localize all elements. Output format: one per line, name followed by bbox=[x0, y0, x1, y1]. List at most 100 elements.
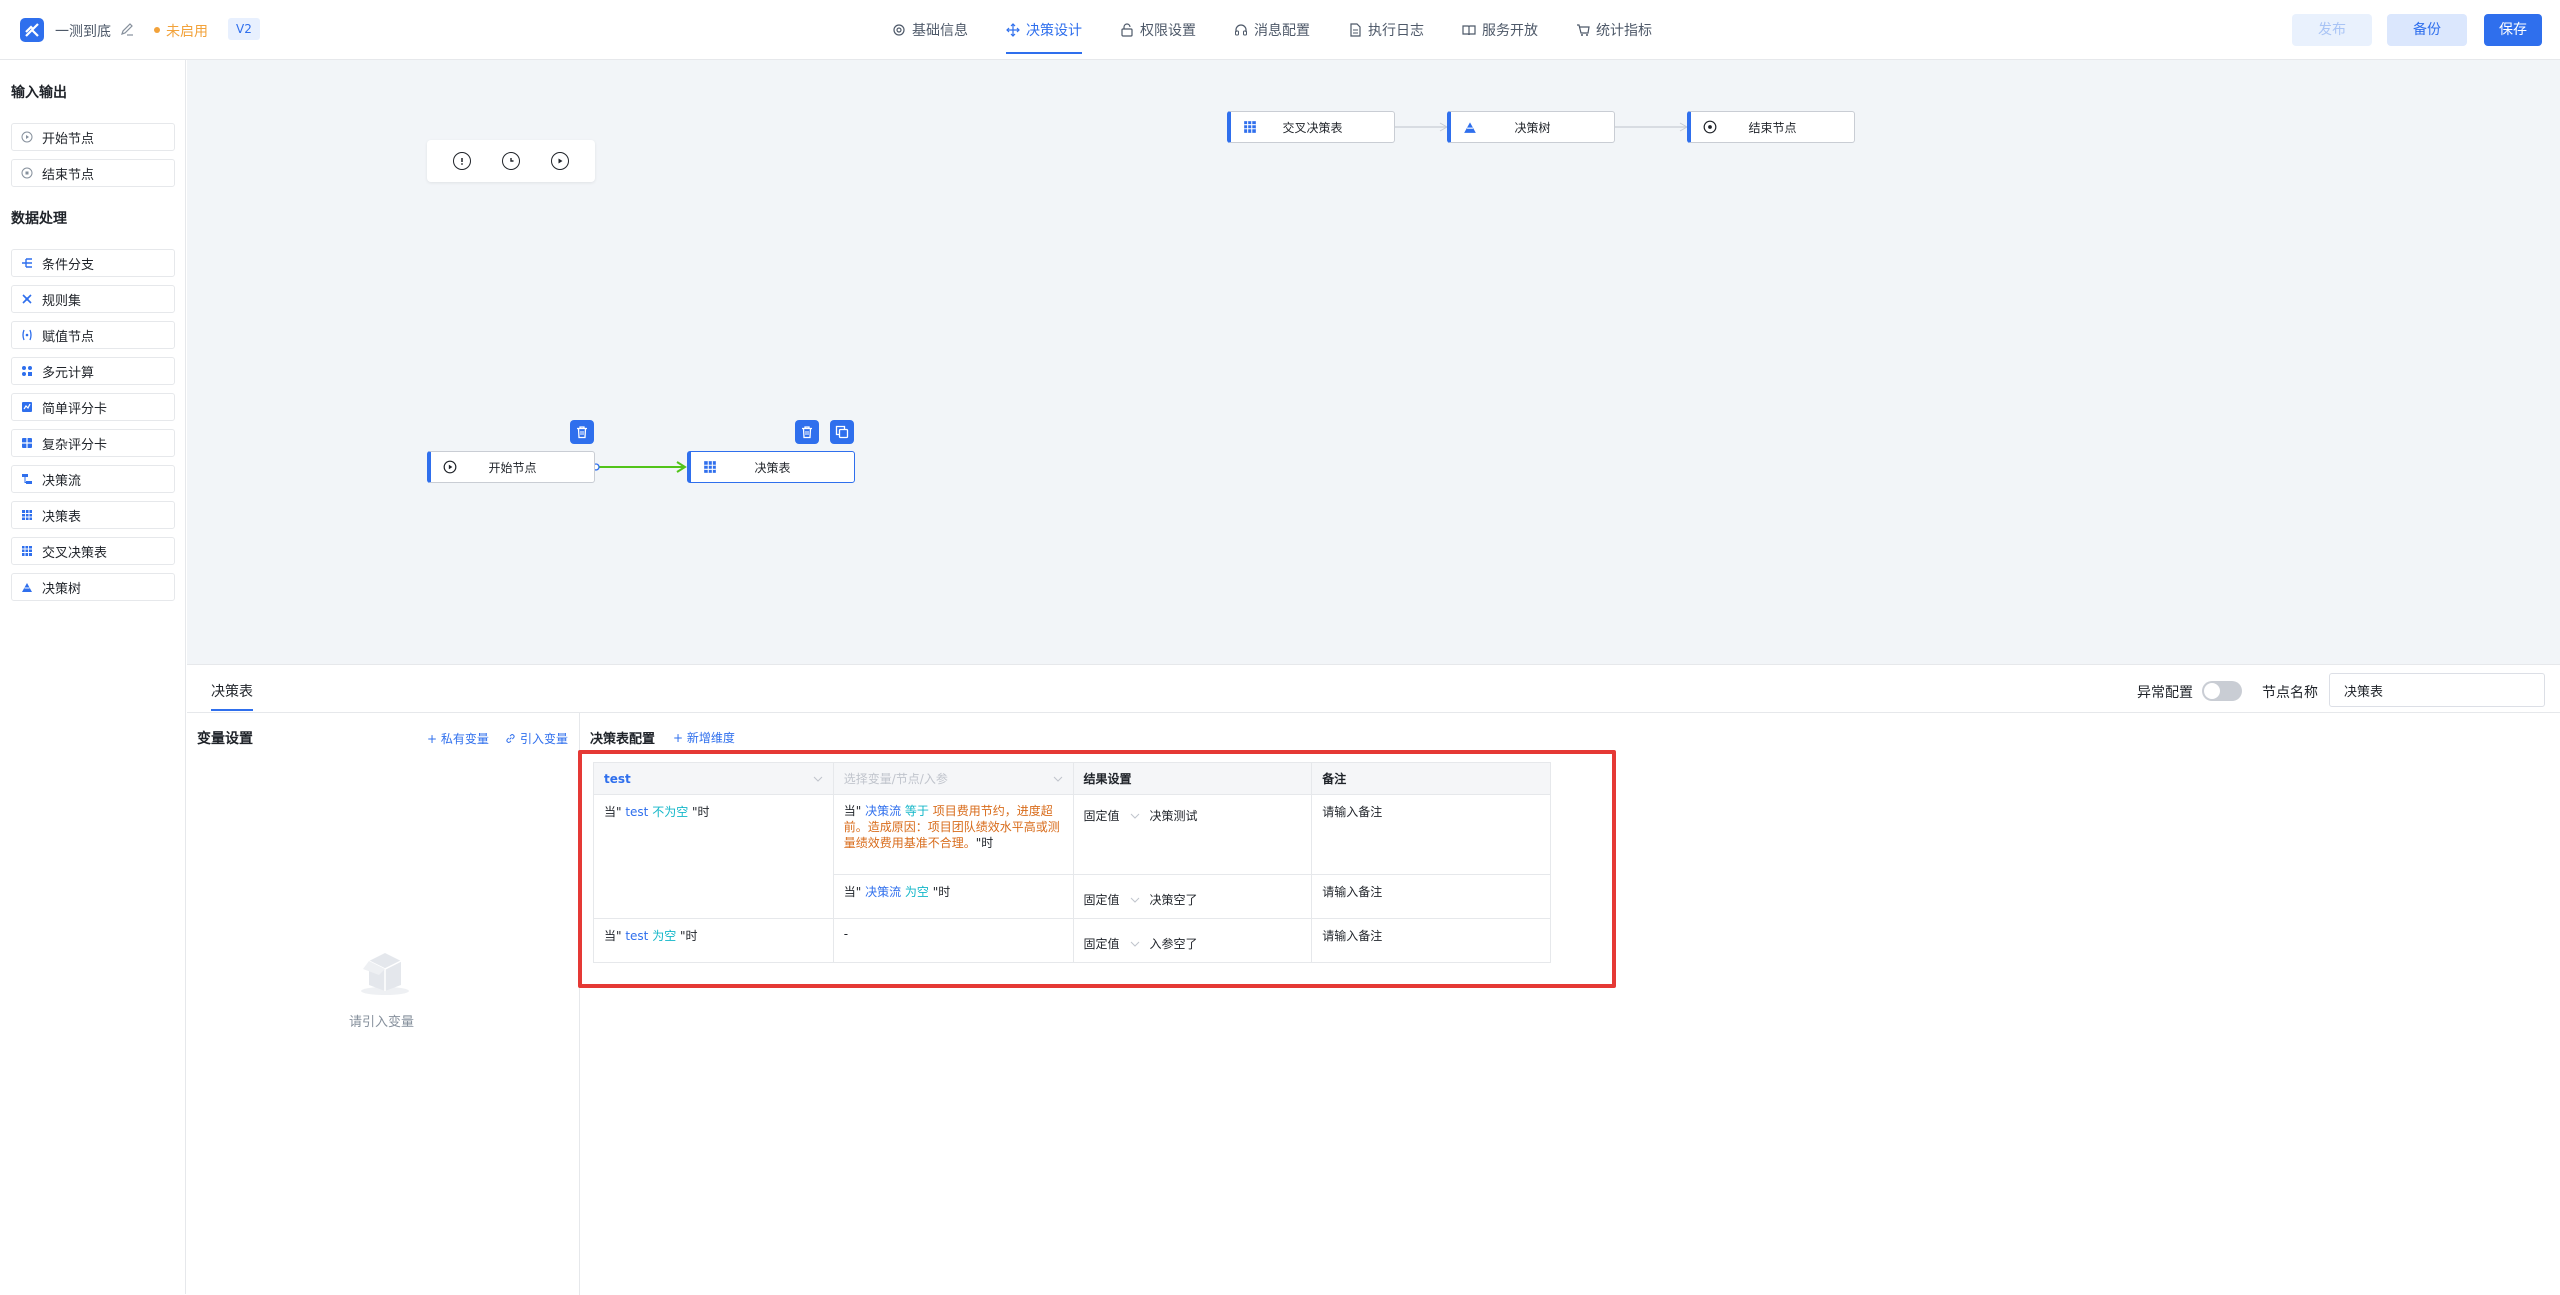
tab-permissions[interactable]: 权限设置 bbox=[1120, 0, 1196, 60]
palette-item-condition-branch[interactable]: 条件分支 bbox=[11, 249, 175, 277]
node-end[interactable]: 结束节点 bbox=[1687, 111, 1855, 143]
palette-item-decision-tree[interactable]: 决策树 bbox=[11, 573, 175, 601]
tab-decision-design[interactable]: 决策设计 bbox=[1006, 0, 1082, 60]
tree-icon bbox=[1463, 120, 1477, 134]
palette-item-complex-scorecard[interactable]: 复杂评分卡 bbox=[11, 429, 175, 457]
cond-suffix: "时 bbox=[692, 805, 710, 819]
table-row: 当" test 不为空 "时 当" 决策流 等于 项目费用节约，进度超前。造成原… bbox=[593, 794, 1551, 919]
cond-prefix: 当" bbox=[604, 929, 626, 943]
cart-icon bbox=[1577, 24, 1590, 36]
tab-service-open[interactable]: 服务开放 bbox=[1462, 0, 1538, 60]
palette-item-label: 多元计算 bbox=[42, 365, 95, 381]
tab-decision-table[interactable]: 决策表 bbox=[211, 681, 253, 711]
table-header-row: test 选择变量/节点/入参 结果设置 备注 bbox=[593, 762, 1551, 795]
palette-item-end-node[interactable]: 结束节点 bbox=[11, 159, 175, 187]
delete-node-button[interactable] bbox=[570, 420, 594, 444]
node-decision-table[interactable]: 决策表 bbox=[687, 451, 855, 483]
tab-label: 决策设计 bbox=[1026, 23, 1082, 39]
result-type-select[interactable]: 固定值 bbox=[1084, 807, 1120, 824]
node-label: 决策树 bbox=[1514, 120, 1551, 135]
palette-item-label: 结束节点 bbox=[42, 167, 95, 183]
complex-scorecard-icon bbox=[20, 436, 34, 450]
note-input[interactable]: 请输入备注 bbox=[1311, 874, 1551, 919]
cond-suffix: "时 bbox=[680, 929, 698, 943]
flow-icon bbox=[20, 472, 34, 486]
result-value[interactable]: 决策空了 bbox=[1150, 891, 1198, 908]
tab-exec-log[interactable]: 执行日志 bbox=[1348, 0, 1424, 60]
section-title-data: 数据处理 bbox=[11, 211, 67, 227]
result-cell[interactable]: 固定值 决策空了 bbox=[1072, 874, 1313, 919]
delete-node-button[interactable] bbox=[795, 420, 819, 444]
condition-cell[interactable]: 当" test 不为空 "时 bbox=[593, 794, 834, 919]
condition-cell[interactable]: 当" test 为空 "时 bbox=[593, 918, 834, 963]
cond-suffix: "时 bbox=[975, 836, 994, 850]
palette-item-label: 规则集 bbox=[42, 293, 82, 309]
palette-item-label: 决策流 bbox=[42, 473, 82, 489]
palette-item-simple-scorecard[interactable]: 简单评分卡 bbox=[11, 393, 175, 421]
table-icon bbox=[20, 508, 34, 522]
palette-item-label: 赋值节点 bbox=[42, 329, 95, 345]
publish-button[interactable]: 发布 bbox=[2292, 14, 2372, 46]
note-input[interactable]: 请输入备注 bbox=[1311, 918, 1551, 963]
tab-messages[interactable]: 消息配置 bbox=[1234, 0, 1310, 60]
node-start[interactable]: 开始节点 bbox=[427, 451, 595, 483]
column-header-test[interactable]: test bbox=[593, 762, 834, 795]
result-type-select[interactable]: 固定值 bbox=[1084, 891, 1120, 908]
tab-basic-info[interactable]: 基础信息 bbox=[892, 0, 968, 60]
node-label: 决策表 bbox=[754, 460, 791, 475]
palette-item-label: 复杂评分卡 bbox=[42, 437, 108, 453]
stop-circle-icon bbox=[20, 166, 34, 180]
result-cell[interactable]: 固定值 入参空了 bbox=[1072, 918, 1313, 963]
result-value[interactable]: 决策测试 bbox=[1150, 807, 1198, 824]
decision-table-config-title: 决策表配置 bbox=[590, 732, 656, 747]
import-variable-link[interactable]: 引入变量 bbox=[505, 730, 568, 747]
backup-button[interactable]: 备份 bbox=[2387, 14, 2467, 46]
exception-config-toggle[interactable] bbox=[2202, 681, 2242, 701]
copy-node-button[interactable] bbox=[830, 420, 854, 444]
cond-var: 决策流 bbox=[865, 804, 902, 818]
chevron-down-icon bbox=[813, 776, 823, 782]
palette-item-start-node[interactable]: 开始节点 bbox=[11, 123, 175, 151]
palette-item-assign-node[interactable]: 赋值节点 bbox=[11, 321, 175, 349]
result-cell[interactable]: 固定值 决策测试 bbox=[1072, 794, 1313, 875]
palette-item-cross-decision-table[interactable]: 交叉决策表 bbox=[11, 537, 175, 565]
condition-cell[interactable]: - bbox=[832, 918, 1074, 963]
node-name-label: 节点名称 bbox=[2262, 685, 2318, 701]
app-title: 一测到底 bbox=[55, 24, 111, 40]
palette-item-multi-calc[interactable]: 多元计算 bbox=[11, 357, 175, 385]
status-dot-icon bbox=[154, 27, 160, 33]
column-header-result: 结果设置 bbox=[1072, 762, 1313, 795]
node-cross-decision-table[interactable]: 交叉决策表 bbox=[1227, 111, 1395, 143]
tab-label: 权限设置 bbox=[1140, 23, 1196, 39]
flow-canvas[interactable]: 交叉决策表 决策树 结束节点 开始节点 决策表 bbox=[187, 60, 2560, 664]
node-decision-tree[interactable]: 决策树 bbox=[1447, 111, 1615, 143]
config-panel: 决策表 异常配置 节点名称 变量设置 + 私有变量 引入变量 请引入变量 决策表… bbox=[187, 664, 2560, 1295]
column-header-select[interactable]: 选择变量/节点/入参 bbox=[832, 762, 1074, 795]
add-private-variable-link[interactable]: + 私有变量 bbox=[427, 730, 489, 747]
status-text: 未启用 bbox=[166, 24, 208, 40]
result-value[interactable]: 入参空了 bbox=[1150, 935, 1198, 952]
cond-op: 不为空 bbox=[648, 805, 693, 819]
result-type-select[interactable]: 固定值 bbox=[1084, 935, 1120, 952]
palette-item-label: 开始节点 bbox=[42, 131, 95, 147]
cond-prefix: 当" bbox=[843, 804, 866, 818]
column-header-label: test bbox=[604, 771, 631, 786]
condition-cell[interactable]: 当" 决策流 等于 项目费用节约，进度超前。造成原因：项目团队绩效水平高或测量绩… bbox=[832, 794, 1074, 875]
column-header-note: 备注 bbox=[1311, 762, 1551, 795]
top-bar: 一测到底 未启用 V2 基础信息 决策设计 权限设置 消息配置 执行日志 服务开… bbox=[0, 0, 2560, 60]
add-dimension-link[interactable]: + 新增维度 bbox=[673, 729, 735, 746]
palette-item-rule-set[interactable]: 规则集 bbox=[11, 285, 175, 313]
link-icon bbox=[506, 734, 515, 743]
trash-icon bbox=[802, 426, 812, 439]
move-icon bbox=[1006, 23, 1020, 37]
palette-item-decision-flow[interactable]: 决策流 bbox=[11, 465, 175, 493]
edit-icon[interactable] bbox=[120, 22, 134, 36]
palette-item-decision-table[interactable]: 决策表 bbox=[11, 501, 175, 529]
tree-icon bbox=[20, 580, 34, 594]
node-name-input[interactable] bbox=[2329, 673, 2545, 707]
decision-table: test 选择变量/节点/入参 结果设置 备注 当" test 不为空 "时 当… bbox=[593, 762, 1551, 963]
save-button[interactable]: 保存 bbox=[2484, 14, 2542, 46]
note-input[interactable]: 请输入备注 bbox=[1311, 794, 1551, 875]
tab-statistics[interactable]: 统计指标 bbox=[1576, 0, 1652, 60]
condition-cell[interactable]: 当" 决策流 为空 "时 bbox=[832, 874, 1074, 919]
